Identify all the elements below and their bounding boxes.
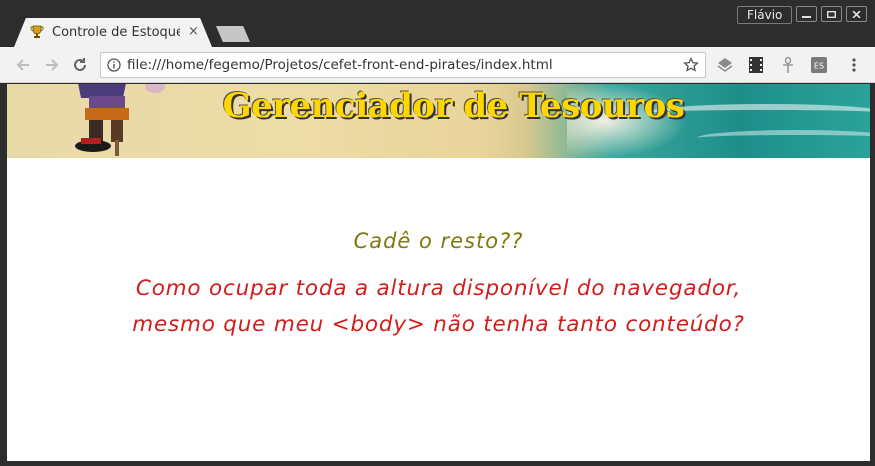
tab-title: Controle de Estoque	[52, 25, 180, 40]
tab-close-icon[interactable]: ×	[188, 24, 199, 40]
browser-window: Controle de Estoque × Flávio file:///hom…	[0, 0, 875, 466]
profile-button[interactable]: Flávio	[737, 6, 793, 24]
close-icon	[852, 11, 861, 18]
minimize-button[interactable]	[796, 6, 817, 22]
ankh-extension-icon[interactable]	[779, 56, 797, 74]
trophy-icon	[30, 25, 44, 38]
bookmark-star-icon[interactable]	[683, 57, 699, 73]
description-line: mesmo que meu <body> não tenha tanto con…	[132, 312, 745, 337]
forward-arrow-icon[interactable]	[43, 56, 61, 74]
page-banner: Gerenciador de Tesouros	[7, 84, 870, 158]
minimize-icon	[802, 16, 811, 18]
close-window-button[interactable]	[846, 6, 867, 22]
tab-strip: Controle de Estoque × Flávio	[0, 0, 875, 47]
layers-extension-icon[interactable]	[716, 56, 734, 74]
info-icon[interactable]	[107, 58, 121, 72]
description-line: Como ocupar toda a altura disponível do …	[135, 276, 742, 301]
back-arrow-icon[interactable]	[14, 56, 32, 74]
svg-text:ES: ES	[814, 62, 824, 71]
page-title: Gerenciador de Tesouros	[222, 86, 685, 126]
banner-wave	[697, 130, 870, 146]
url-text: file:///home/fegemo/Projetos/cefet-front…	[127, 57, 553, 73]
reload-icon[interactable]	[71, 56, 89, 74]
maximize-icon	[827, 11, 836, 18]
description-text: Como ocupar toda a altura disponível do …	[7, 271, 870, 343]
page-viewport: Gerenciador de Tesouros Cadê o resto?? C…	[7, 84, 870, 461]
menu-kebab-icon[interactable]	[845, 56, 863, 74]
maximize-button[interactable]	[821, 6, 842, 22]
film-extension-icon[interactable]	[747, 56, 765, 74]
es-extension-icon[interactable]: ES	[810, 56, 828, 74]
browser-toolbar: file:///home/fegemo/Projetos/cefet-front…	[0, 47, 875, 83]
address-bar[interactable]: file:///home/fegemo/Projetos/cefet-front…	[100, 52, 706, 78]
new-tab-button[interactable]	[216, 26, 250, 42]
question-heading: Cadê o resto??	[353, 229, 524, 253]
